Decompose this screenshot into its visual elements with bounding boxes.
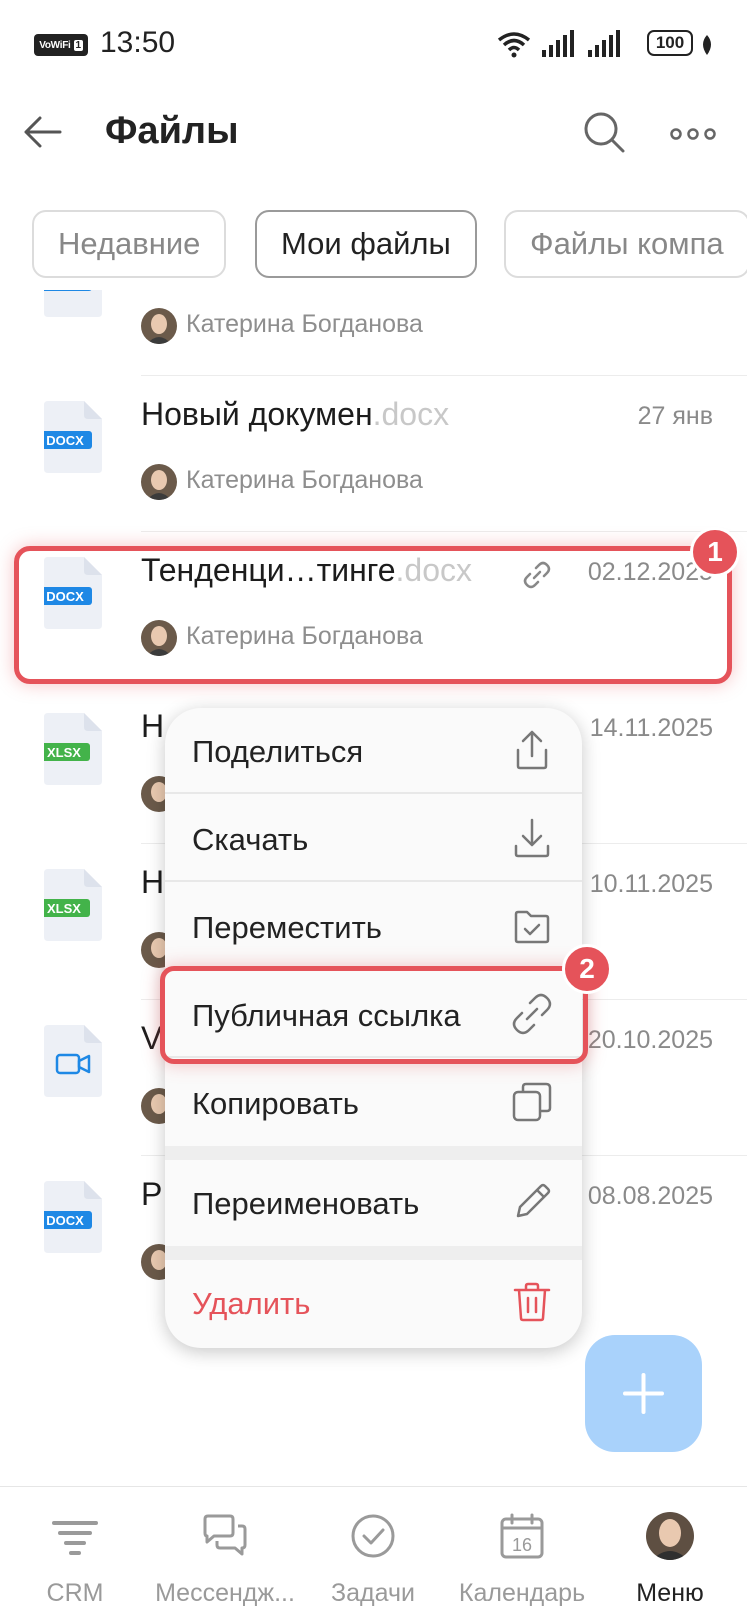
step-badge-1: 1 xyxy=(690,527,740,577)
messenger-icon xyxy=(203,1514,247,1556)
search-icon[interactable] xyxy=(582,110,626,154)
page-title: Файлы xyxy=(105,110,239,152)
author-name: Катерина Богданова xyxy=(186,310,423,338)
folder-move-icon xyxy=(514,910,550,944)
share-icon xyxy=(516,730,548,770)
add-file-button[interactable] xyxy=(585,1335,702,1452)
author-name: Катерина Богданова xyxy=(186,466,423,494)
file-name: Н xyxy=(141,708,165,744)
menu-separator xyxy=(165,1246,582,1260)
list-item[interactable]: DOCX Катерина Богданова xyxy=(0,290,747,376)
menu-item-copy[interactable]: Копировать xyxy=(165,1060,582,1146)
file-date: 20.10.2025 xyxy=(587,1026,713,1054)
avatar xyxy=(141,464,177,500)
copy-icon xyxy=(512,1082,552,1122)
nav-messenger[interactable]: Мессендж... xyxy=(150,1487,300,1621)
leaf-icon xyxy=(703,35,711,55)
xlsx-icon: XLSX xyxy=(44,713,102,785)
menu-item-download[interactable]: Скачать xyxy=(165,796,582,882)
svg-text:DOCX: DOCX xyxy=(46,433,84,448)
svg-text:DOCX: DOCX xyxy=(46,1213,84,1228)
bottom-navigation: CRM Мессендж... Задачи 16 Календарь Меню xyxy=(0,1486,747,1621)
file-date: 08.08.2025 xyxy=(587,1182,713,1210)
battery-indicator: 100 xyxy=(647,30,693,56)
file-date: 27 янв xyxy=(637,402,713,430)
svg-text:XLSX: XLSX xyxy=(47,745,81,760)
menu-avatar xyxy=(646,1512,694,1560)
nav-crm[interactable]: CRM xyxy=(0,1487,150,1621)
wifi-icon xyxy=(497,32,531,58)
docx-icon: DOCX xyxy=(44,1181,102,1253)
menu-item-rename[interactable]: Переименовать xyxy=(165,1160,582,1246)
highlight-frame-2 xyxy=(160,966,588,1064)
vowifi-badge: VoWiFi 1 xyxy=(34,34,88,56)
tasks-icon xyxy=(351,1514,395,1558)
video-icon xyxy=(44,1025,102,1097)
svg-text:16: 16 xyxy=(512,1535,532,1555)
menu-item-share[interactable]: Поделиться xyxy=(165,708,582,794)
more-options-icon[interactable] xyxy=(668,110,718,154)
tab-company-files[interactable]: Файлы компа xyxy=(504,210,747,278)
status-bar: VoWiFi 1 13:50 100 xyxy=(0,0,747,90)
back-arrow-icon[interactable] xyxy=(20,110,64,154)
signal-icon xyxy=(542,30,574,57)
avatar xyxy=(141,308,177,344)
nav-menu[interactable]: Меню xyxy=(595,1487,745,1621)
crm-icon xyxy=(52,1521,98,1555)
menu-item-move[interactable]: Переместить xyxy=(165,884,582,970)
file-name: Новый докумен.docx xyxy=(141,396,450,432)
nav-tasks[interactable]: Задачи xyxy=(298,1487,448,1621)
svg-text:XLSX: XLSX xyxy=(47,901,81,916)
download-icon xyxy=(514,818,550,858)
nav-calendar[interactable]: 16 Календарь xyxy=(447,1487,597,1621)
step-badge-2: 2 xyxy=(562,944,612,994)
calendar-icon: 16 xyxy=(500,1513,544,1559)
file-name: Р xyxy=(141,1176,163,1212)
highlight-frame-1 xyxy=(14,546,732,684)
menu-separator xyxy=(165,1146,582,1160)
signal-icon-2 xyxy=(588,30,620,57)
xlsx-icon: XLSX xyxy=(44,869,102,941)
list-item[interactable]: DOCX Новый докумен.docx 27 янв Катерина … xyxy=(0,376,747,532)
tab-recent[interactable]: Недавние xyxy=(32,210,227,278)
file-date: 14.11.2025 xyxy=(589,714,713,742)
file-name: Н xyxy=(141,864,165,900)
docx-icon: DOCX xyxy=(44,401,102,473)
status-time: 13:50 xyxy=(100,26,176,59)
docx-icon: DOCX xyxy=(44,290,102,317)
pencil-icon xyxy=(516,1183,551,1218)
tab-my-files[interactable]: Мои файлы xyxy=(255,210,477,278)
file-date: 10.11.2025 xyxy=(589,870,713,898)
trash-icon xyxy=(513,1282,551,1322)
menu-item-delete[interactable]: Удалить xyxy=(165,1260,582,1346)
plus-icon xyxy=(623,1373,664,1414)
